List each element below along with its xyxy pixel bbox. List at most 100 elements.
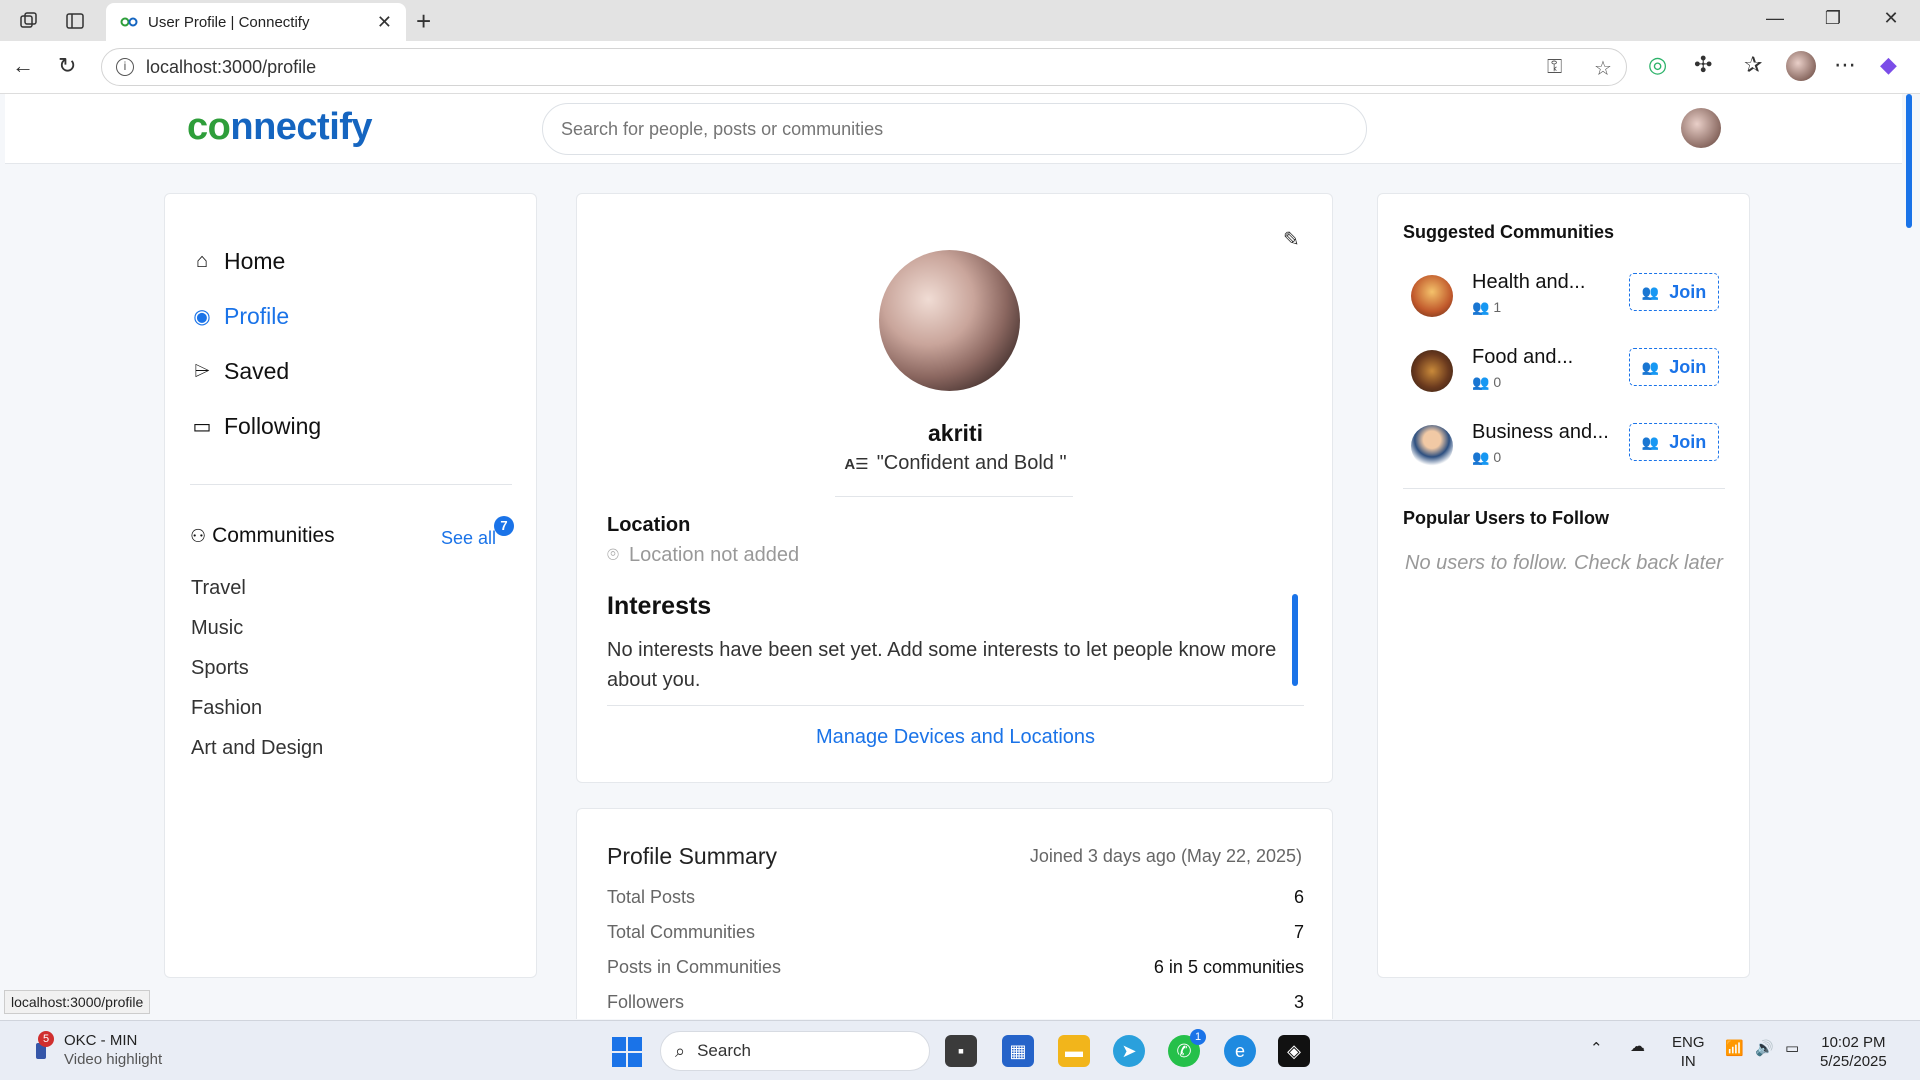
sports-app-icon: 5	[30, 1031, 56, 1063]
tab-close-icon[interactable]: ✕	[377, 12, 392, 33]
notification-badge: 5	[38, 1031, 54, 1047]
summary-label: Followers	[607, 992, 685, 1012]
edge-browser-icon[interactable]: e	[1224, 1035, 1256, 1067]
back-icon[interactable]: ←	[12, 53, 34, 79]
community-thumbnail	[1411, 275, 1453, 317]
task-view-icon[interactable]: ▪	[945, 1035, 977, 1067]
join-label: Join	[1669, 281, 1707, 302]
stack-icon: ▭	[192, 416, 212, 438]
nav-saved[interactable]: ⌲ Saved	[190, 358, 289, 385]
extension-icon[interactable]: ◎	[1648, 52, 1667, 78]
address-bar[interactable]: i localhost:3000/profile ⚿ ☆	[101, 48, 1627, 86]
taskbar-search[interactable]: ⌕ Search	[660, 1031, 930, 1071]
reload-icon[interactable]: ↻	[58, 53, 76, 79]
region-code: IN	[1680, 1053, 1696, 1070]
users-icon: 👥	[1641, 283, 1660, 300]
manage-devices-link[interactable]: Manage Devices and Locations	[577, 726, 1334, 749]
clock-time: 10:02 PM	[1821, 1034, 1886, 1051]
bio-text: "Confident and Bold "	[876, 452, 1067, 474]
page-scrollbar[interactable]	[1906, 94, 1912, 228]
join-button[interactable]: 👥 Join	[1629, 273, 1719, 311]
site-header: connectify	[5, 94, 1902, 164]
community-thumbnail	[1411, 425, 1453, 467]
user-avatar[interactable]	[1681, 108, 1721, 148]
browser-profile-avatar[interactable]	[1786, 51, 1816, 81]
communities-heading: ⚇ Communities	[190, 524, 335, 548]
community-item[interactable]: Fashion	[191, 697, 262, 720]
site-info-icon[interactable]: i	[116, 58, 134, 76]
join-button[interactable]: 👥 Join	[1629, 423, 1719, 461]
location-heading: Location	[607, 514, 691, 536]
interests-heading: Interests	[607, 592, 712, 620]
member-count-value: 1	[1493, 299, 1502, 315]
search-input[interactable]	[542, 103, 1367, 155]
language-indicator[interactable]: ENG IN	[1672, 1033, 1705, 1071]
browser-tab-active[interactable]: User Profile | Connectify ✕	[106, 3, 406, 41]
community-name[interactable]: Food and...	[1472, 346, 1573, 369]
minimize-icon[interactable]: —	[1760, 8, 1790, 29]
widget-subtitle: Video highlight	[64, 1051, 163, 1068]
clock-date: 5/25/2025	[1820, 1053, 1887, 1070]
taskbar-widget[interactable]: 5 OKC - MIN Video highlight	[30, 1031, 162, 1069]
whatsapp-icon[interactable]: ✆ 1	[1168, 1029, 1206, 1067]
users-group-icon: ⚇	[190, 525, 207, 546]
bio-divider	[835, 496, 1073, 497]
new-tab-icon[interactable]: +	[416, 6, 431, 37]
store-icon[interactable]: ▦	[1002, 1035, 1034, 1067]
community-name[interactable]: Business and...	[1472, 421, 1609, 444]
edit-profile-icon[interactable]: ✎	[1283, 227, 1300, 252]
favorite-star-icon[interactable]: ☆	[1594, 56, 1612, 81]
summary-row: Posts in Communities 6 in 5 communities	[607, 957, 1304, 978]
community-item[interactable]: Music	[191, 617, 243, 640]
app-icon[interactable]: ◈	[1278, 1035, 1310, 1067]
language-code: ENG	[1672, 1034, 1705, 1051]
profile-summary-card: Profile Summary Joined 3 days ago (May 2…	[576, 808, 1333, 1019]
whatsapp-badge: 1	[1190, 1029, 1206, 1045]
connectify-logo[interactable]: connectify	[187, 106, 373, 149]
see-all-link[interactable]: See all	[441, 528, 496, 549]
vertical-tabs-icon[interactable]	[62, 8, 88, 34]
communities-count-badge: 7	[494, 516, 514, 536]
profile-avatar	[879, 250, 1020, 391]
summary-value: 6	[1293, 887, 1304, 907]
key-icon[interactable]: ⚿	[1547, 56, 1562, 79]
location-value: ⌾ Location not added	[607, 544, 799, 567]
left-sidebar: ⌂ Home ◉ Profile ⌲ Saved ▭ Following ⚇ C…	[164, 193, 537, 978]
nav-home-label: Home	[224, 248, 286, 274]
extensions-puzzle-icon[interactable]: ✣	[1694, 52, 1712, 78]
community-item[interactable]: Art and Design	[191, 737, 323, 760]
join-button[interactable]: 👥 Join	[1629, 348, 1719, 386]
clock[interactable]: 10:02 PM 5/25/2025	[1820, 1033, 1887, 1071]
nav-following[interactable]: ▭ Following	[190, 413, 322, 440]
nav-home[interactable]: ⌂ Home	[190, 248, 285, 275]
interests-scrollbar[interactable]	[1292, 594, 1298, 686]
community-item[interactable]: Travel	[191, 577, 246, 600]
windows-start-icon[interactable]	[612, 1037, 642, 1067]
connectify-favicon-icon	[120, 17, 138, 27]
summary-row: Followers 3	[607, 992, 1304, 1013]
widget-text: OKC - MIN Video highlight	[64, 1031, 162, 1069]
workspaces-icon[interactable]	[16, 8, 42, 34]
widget-title: OKC - MIN	[64, 1032, 138, 1049]
battery-icon[interactable]: ▭	[1785, 1039, 1799, 1058]
taskbar-search-label: Search	[697, 1041, 751, 1060]
community-item[interactable]: Sports	[191, 657, 249, 680]
nav-profile[interactable]: ◉ Profile	[190, 303, 289, 330]
copilot-icon[interactable]: ◆	[1880, 52, 1897, 78]
member-count: 👥 0	[1472, 374, 1501, 391]
summary-label: Total Communities	[607, 922, 756, 942]
file-explorer-icon[interactable]: ▬	[1058, 1035, 1090, 1067]
more-options-icon[interactable]: ⋯	[1834, 52, 1856, 78]
onedrive-icon[interactable]: ☁	[1630, 1037, 1645, 1056]
volume-icon[interactable]: 🔊	[1755, 1039, 1774, 1058]
sidebar-divider	[190, 484, 512, 485]
telegram-icon[interactable]: ➤	[1113, 1035, 1145, 1067]
show-hidden-icons[interactable]: ⌃	[1590, 1039, 1603, 1058]
member-count: 👥 0	[1472, 449, 1501, 466]
wifi-icon[interactable]: 📶	[1725, 1039, 1744, 1058]
window-close-icon[interactable]: ✕	[1876, 8, 1906, 29]
restore-icon[interactable]: ❐	[1818, 8, 1848, 29]
community-name[interactable]: Health and...	[1472, 271, 1585, 294]
favorites-icon[interactable]: ✰	[1744, 52, 1762, 78]
profile-username: akriti	[928, 420, 983, 446]
